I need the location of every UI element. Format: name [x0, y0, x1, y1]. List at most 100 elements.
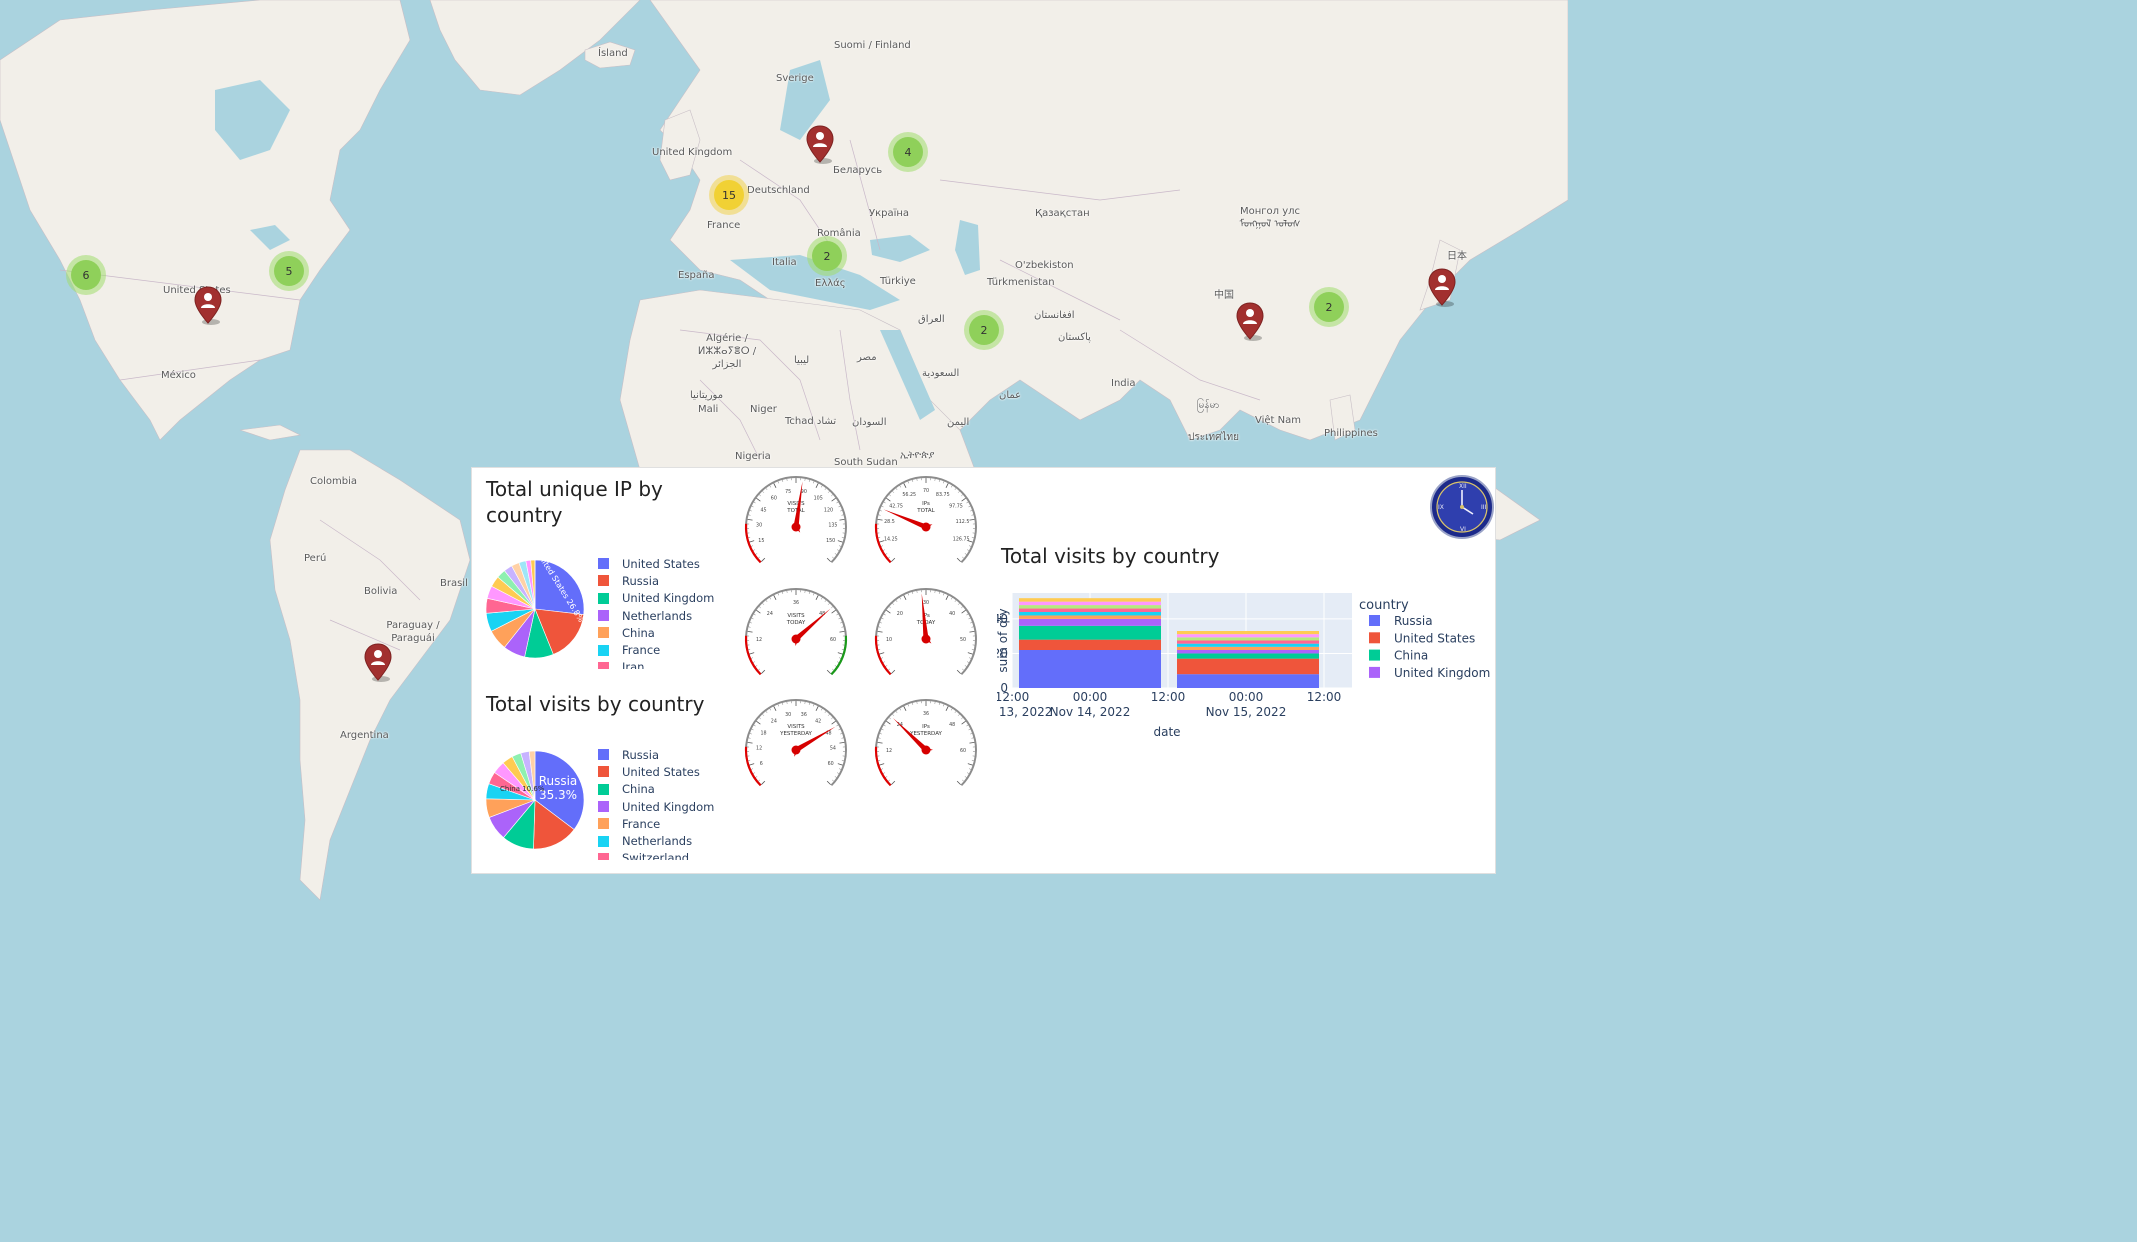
gauge-tick-label: 42 — [815, 718, 821, 724]
bar-segment[interactable] — [1177, 674, 1319, 688]
map-cluster[interactable]: 15 — [714, 180, 744, 210]
bar-segment[interactable] — [1177, 653, 1319, 659]
map-label: South Sudan — [834, 457, 898, 468]
legend-label: Switzerland — [622, 851, 690, 860]
visits-pie-chart[interactable]: Russia35.3%China 10.6% — [484, 749, 586, 851]
legend-label: United States — [622, 764, 700, 779]
legend-item[interactable]: France — [598, 641, 738, 658]
legend-item[interactable]: United Kingdom — [598, 590, 738, 607]
gauge-hub — [921, 634, 931, 644]
bar-segment[interactable] — [1177, 643, 1319, 647]
legend-label[interactable]: Russia — [1394, 614, 1433, 628]
legend-label: United Kingdom — [622, 591, 715, 606]
bar-segment[interactable] — [1019, 625, 1161, 640]
legend-item[interactable]: Netherlands — [598, 832, 738, 849]
bar-segment[interactable] — [1019, 618, 1161, 626]
legend-item[interactable]: China — [598, 781, 738, 798]
map-label: United Kingdom — [652, 147, 733, 158]
map-label: Mali — [698, 404, 719, 415]
map-label: ኢትዮጵያ — [900, 450, 935, 461]
gauge-tick-label: 48 — [949, 722, 955, 728]
gauge-tick-label: 18 — [760, 730, 766, 736]
bar-segment[interactable] — [1177, 640, 1319, 644]
map-cluster[interactable]: 2 — [812, 241, 842, 271]
map-label: افغانستان — [1034, 310, 1075, 321]
visits-legend[interactable]: Russia United States China United Kingdom Fr… — [598, 746, 738, 860]
map-label: العراق — [918, 314, 945, 325]
legend-item[interactable]: United Kingdom — [598, 798, 738, 815]
gauge-title: YESTERDAY — [909, 731, 942, 737]
map-cluster[interactable]: 2 — [969, 315, 999, 345]
map-label: Ísland — [598, 48, 628, 59]
map-label: Perú — [304, 553, 327, 564]
legend-item[interactable]: Russia — [598, 746, 738, 763]
legend-item[interactable]: Switzerland — [598, 850, 738, 860]
map-label: Philippines — [1324, 428, 1378, 439]
bar-segment[interactable] — [1177, 646, 1319, 650]
legend-swatch — [598, 801, 609, 813]
map-label: France — [707, 220, 741, 231]
x-tick-label: 12:00 — [1307, 690, 1342, 704]
legend-item[interactable]: United States — [598, 763, 738, 780]
unique-ip-legend[interactable]: United States Russia United Kingdom Netherl… — [598, 555, 738, 669]
user-map-pin-icon[interactable] — [805, 125, 835, 165]
unique-ip-pie-chart[interactable]: United States 26.8% — [484, 558, 586, 660]
bar-segment[interactable] — [1019, 605, 1161, 609]
user-map-pin-icon[interactable] — [1427, 268, 1457, 308]
map-label: O'zbekiston — [1015, 260, 1074, 271]
map-cluster[interactable]: 6 — [71, 260, 101, 290]
visits-pie-title: Total visits by country — [486, 692, 705, 716]
gauge-title: VISITS — [787, 501, 805, 507]
pie-slice-label: China 10.6% — [500, 785, 545, 793]
bar-segment[interactable] — [1019, 608, 1161, 612]
gauge-title: IPs — [922, 724, 930, 730]
gauge-hub — [791, 745, 801, 755]
bar-segment[interactable] — [1019, 601, 1161, 606]
map-label: Беларусь — [833, 165, 883, 176]
gauge-ips-yesterday: 1224364860IPsYESTERDAY — [874, 699, 977, 787]
bar-segment[interactable] — [1019, 598, 1161, 602]
legend-label[interactable]: China — [1394, 649, 1428, 663]
map-label: Algérie / ⵍⵣⵣⴰⵢⴻⵔ / الجزائر — [697, 333, 757, 370]
user-map-pin-icon[interactable] — [193, 286, 223, 326]
map-label: عمان — [999, 390, 1022, 401]
map-cluster[interactable]: 4 — [893, 137, 923, 167]
legend-item[interactable]: United States — [598, 555, 738, 572]
bar-segment[interactable] — [1177, 634, 1319, 638]
legend-label[interactable]: United Kingdom — [1394, 666, 1490, 680]
map-label: 中国 — [1214, 290, 1234, 301]
gauge-tick-label: 24 — [767, 611, 773, 617]
user-map-pin-icon[interactable] — [1235, 302, 1265, 342]
legend-item[interactable]: Iran — [598, 659, 738, 669]
legend-item[interactable]: China — [598, 624, 738, 641]
gauge-tick-label: 24 — [771, 718, 777, 724]
map-cluster[interactable]: 5 — [274, 256, 304, 286]
map-label: Türkiye — [880, 276, 916, 287]
gauge-tick-label: 135 — [828, 522, 837, 528]
legend-swatch — [598, 766, 609, 778]
bar-segment[interactable] — [1177, 631, 1319, 635]
map-label: Türkmenistan — [987, 277, 1055, 288]
visits-bar-chart[interactable]: 0204012:00Nov 13, 202200:00Nov 14, 20221… — [997, 583, 1495, 758]
legend-item[interactable]: Russia — [598, 572, 738, 589]
legend-label[interactable]: United States — [1394, 631, 1475, 645]
unique-ip-title: Total unique IP by country — [486, 477, 663, 527]
x-tick-label: 00:00 — [1073, 690, 1108, 704]
legend-label: Russia — [622, 573, 659, 588]
map-label: Paraguay / Paraguái — [386, 620, 440, 644]
bar-segment[interactable] — [1177, 637, 1319, 641]
bar-segment[interactable] — [1177, 658, 1319, 675]
bar-segment[interactable] — [1177, 650, 1319, 654]
bar-segment[interactable] — [1019, 639, 1161, 650]
x-tick-label: 12:00 — [1151, 690, 1186, 704]
user-map-pin-icon[interactable] — [363, 643, 393, 683]
legend-item[interactable]: France — [598, 815, 738, 832]
bar-segment[interactable] — [1019, 650, 1161, 688]
legend-item[interactable]: Netherlands — [598, 607, 738, 624]
gauge-tick-label: 12 — [886, 748, 892, 754]
map-cluster[interactable]: 2 — [1314, 292, 1344, 322]
bar-segment[interactable] — [1019, 612, 1161, 616]
dashboard-panel: Total unique IP by country United States… — [472, 468, 1495, 873]
bar-segment[interactable] — [1019, 615, 1161, 619]
map-label: Bolivia — [364, 586, 398, 597]
